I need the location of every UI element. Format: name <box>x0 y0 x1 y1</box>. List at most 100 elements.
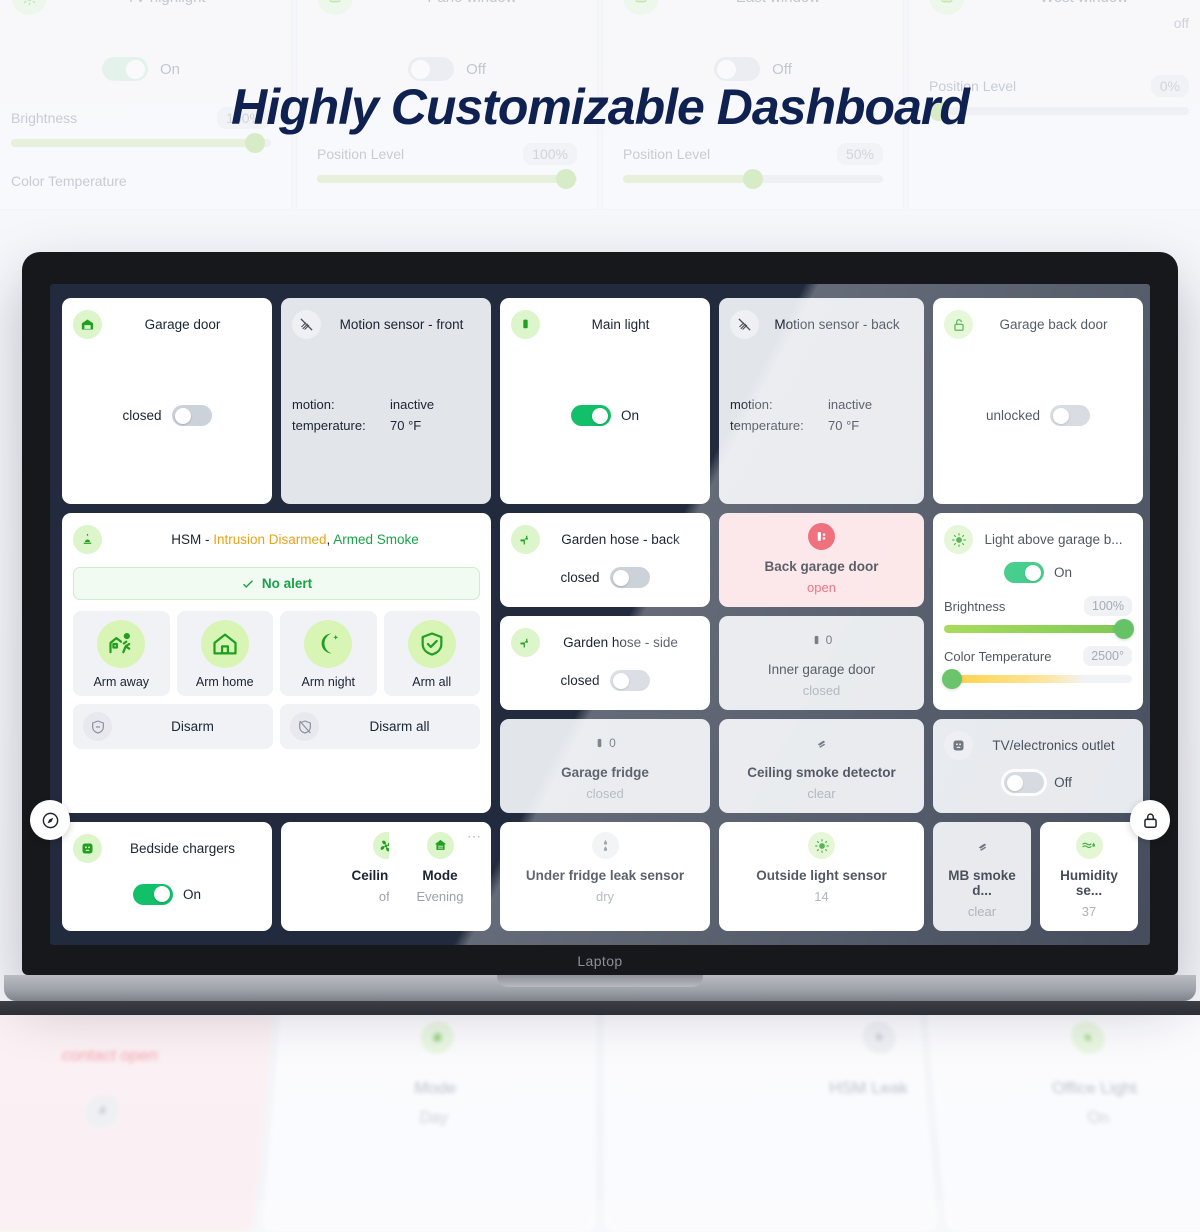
background-card-header: Pano window <box>317 0 577 15</box>
card-state: closed <box>802 683 841 698</box>
state-label: On <box>1053 565 1072 580</box>
sun-icon <box>1069 1021 1107 1054</box>
arm-night-label: Arm night <box>301 675 356 689</box>
arm-all-label: Arm all <box>412 675 452 689</box>
toggle-row: On <box>132 883 201 905</box>
droplets-icon <box>861 1021 898 1054</box>
garage-door-toggle[interactable] <box>171 405 212 426</box>
card-body: closed <box>73 339 261 492</box>
card-garage-fridge[interactable]: 0 Garage fridge closed <box>500 719 710 813</box>
compass-icon[interactable] <box>30 800 70 840</box>
card-header: Motion sensor - front <box>292 310 480 339</box>
laptop-brand-label: Laptop <box>577 953 623 969</box>
card-garden-hose-back[interactable]: Garden hose - back closed <box>500 513 710 607</box>
hsm-alert-text: No alert <box>261 576 313 591</box>
card-tv-outlet[interactable]: TV/electronics outlet Off <box>933 719 1143 813</box>
card-body: On <box>511 339 699 492</box>
arm-all-button[interactable]: Arm all <box>383 611 480 696</box>
arm-night-button[interactable]: Arm night <box>280 611 377 696</box>
card-header: Garden hose - back <box>511 525 699 554</box>
garage-fridge-badge: 0 <box>609 735 616 750</box>
motion-off-icon <box>292 310 321 339</box>
disarm-button[interactable]: Disarm <box>73 704 273 749</box>
card-leak-sensor[interactable]: Under fridge leak sensor dry <box>500 822 710 931</box>
outlet-icon <box>944 731 973 760</box>
card-title: Garden hose - back <box>561 532 680 547</box>
humidity-icon <box>1075 832 1103 859</box>
card-ceiling-smoke-detector[interactable]: Ceiling smoke detector clear <box>719 719 924 813</box>
brightness-slider-knob[interactable] <box>1114 619 1134 639</box>
card-body: closed <box>511 560 699 595</box>
toggle-row: On <box>570 405 639 426</box>
background-bottom-title: Office Light <box>1050 1078 1139 1098</box>
lock-icon[interactable] <box>1130 800 1170 840</box>
garden-hose-back-toggle[interactable] <box>609 567 650 588</box>
door-icon: 0 <box>586 729 624 756</box>
sensor-key: motion: <box>730 397 773 413</box>
card-header: Garage back door <box>944 310 1132 339</box>
toggle-row: Off <box>1004 772 1072 793</box>
brightness-header: Brightness 100% <box>944 596 1132 616</box>
card-light-above-garage[interactable]: Light above garage b... On Brightness 10… <box>933 513 1143 710</box>
card-back-garage-door[interactable]: Back garage door open <box>719 513 924 607</box>
color-temperature-slider[interactable] <box>942 669 1132 689</box>
sensor-value: inactive <box>390 397 435 413</box>
card-title: Mode <box>422 868 458 883</box>
card-state: clear <box>807 786 836 801</box>
card-outside-light-sensor[interactable]: Outside light sensor 14 <box>719 822 924 931</box>
card-header: Bedside chargers <box>73 834 261 863</box>
color-temperature-slider-knob[interactable] <box>942 669 962 689</box>
unlock-icon <box>944 310 973 339</box>
background-bottom-card: HSM Leak <box>603 1004 939 1232</box>
card-title: Motion sensor - front <box>339 317 464 332</box>
card-garden-hose-side[interactable]: Garden hose - side closed <box>500 616 710 710</box>
card-garage-back-door[interactable]: Garage back door unlocked <box>933 298 1143 504</box>
garage-back-door-toggle[interactable] <box>1050 405 1091 426</box>
card-garage-door[interactable]: Garage door closed <box>62 298 272 504</box>
card-title: Ceiling smoke detector <box>747 765 896 780</box>
state-label: closed <box>560 570 600 585</box>
brightness-label: Brightness <box>944 598 1006 614</box>
card-body: motion: inactive temperature: 70 °F <box>730 339 913 492</box>
dashboard-grid: Garage door closed Motion sensor - front… <box>62 298 1143 931</box>
card-state: 14 <box>814 889 829 904</box>
background-card-title: Pano window <box>367 0 577 6</box>
card-state: 37 <box>1081 904 1097 919</box>
color-temperature-value: 2500° <box>1083 646 1132 666</box>
card-humidity-sensor[interactable]: Humidity se... 37 <box>1040 822 1138 931</box>
card-title: Garage fridge <box>561 765 649 780</box>
card-motion-sensor-front[interactable]: Motion sensor - front motion: inactive te… <box>281 298 491 504</box>
card-main-light[interactable]: Main light On <box>500 298 710 504</box>
arm-away-button[interactable]: Arm away <box>73 611 170 696</box>
mode-menu-icon[interactable]: ⋯ <box>467 828 482 845</box>
alarm-icon <box>73 525 102 554</box>
arm-home-button[interactable]: Arm home <box>176 611 273 696</box>
garden-hose-side-toggle[interactable] <box>609 670 650 691</box>
disarm-label: Disarm <box>171 719 214 734</box>
main-light-toggle[interactable] <box>570 405 611 426</box>
card-bedside-chargers[interactable]: Bedside chargers On <box>62 822 272 931</box>
disarm-all-button[interactable]: Disarm all <box>280 704 480 749</box>
light-above-garage-toggle[interactable] <box>1003 562 1044 583</box>
tv-outlet-toggle[interactable] <box>1004 772 1045 793</box>
home-icon <box>200 620 249 668</box>
state-label: Off <box>1054 775 1072 790</box>
card-motion-sensor-back[interactable]: Motion sensor - back motion: inactive tem… <box>719 298 924 504</box>
card-hsm[interactable]: HSM - Intrusion Disarmed, Armed Smoke No… <box>62 513 491 813</box>
state-label: closed <box>560 673 600 688</box>
garage-icon <box>73 310 102 339</box>
background-bottom-title: HSM Leak <box>828 1078 909 1098</box>
smoke-icon <box>808 729 835 756</box>
card-inner-garage-door[interactable]: 0 Inner garage door closed <box>719 616 924 710</box>
card-mb-smoke-detector[interactable]: MB smoke d... clear <box>933 822 1031 931</box>
background-slider-value: 50% <box>836 143 883 165</box>
background-slider-track <box>623 169 883 189</box>
card-title: Inner garage door <box>767 662 876 677</box>
motion-off-icon <box>730 310 759 339</box>
bedside-chargers-toggle[interactable] <box>132 883 173 905</box>
background-card-header: TV highlight <box>11 0 271 15</box>
background-slider-row-2: Color Temperature <box>11 173 271 189</box>
brightness-slider[interactable] <box>944 619 1134 639</box>
card-title: Under fridge leak sensor <box>525 868 685 883</box>
card-mode[interactable]: ⋯ Mode Evening <box>389 822 491 916</box>
